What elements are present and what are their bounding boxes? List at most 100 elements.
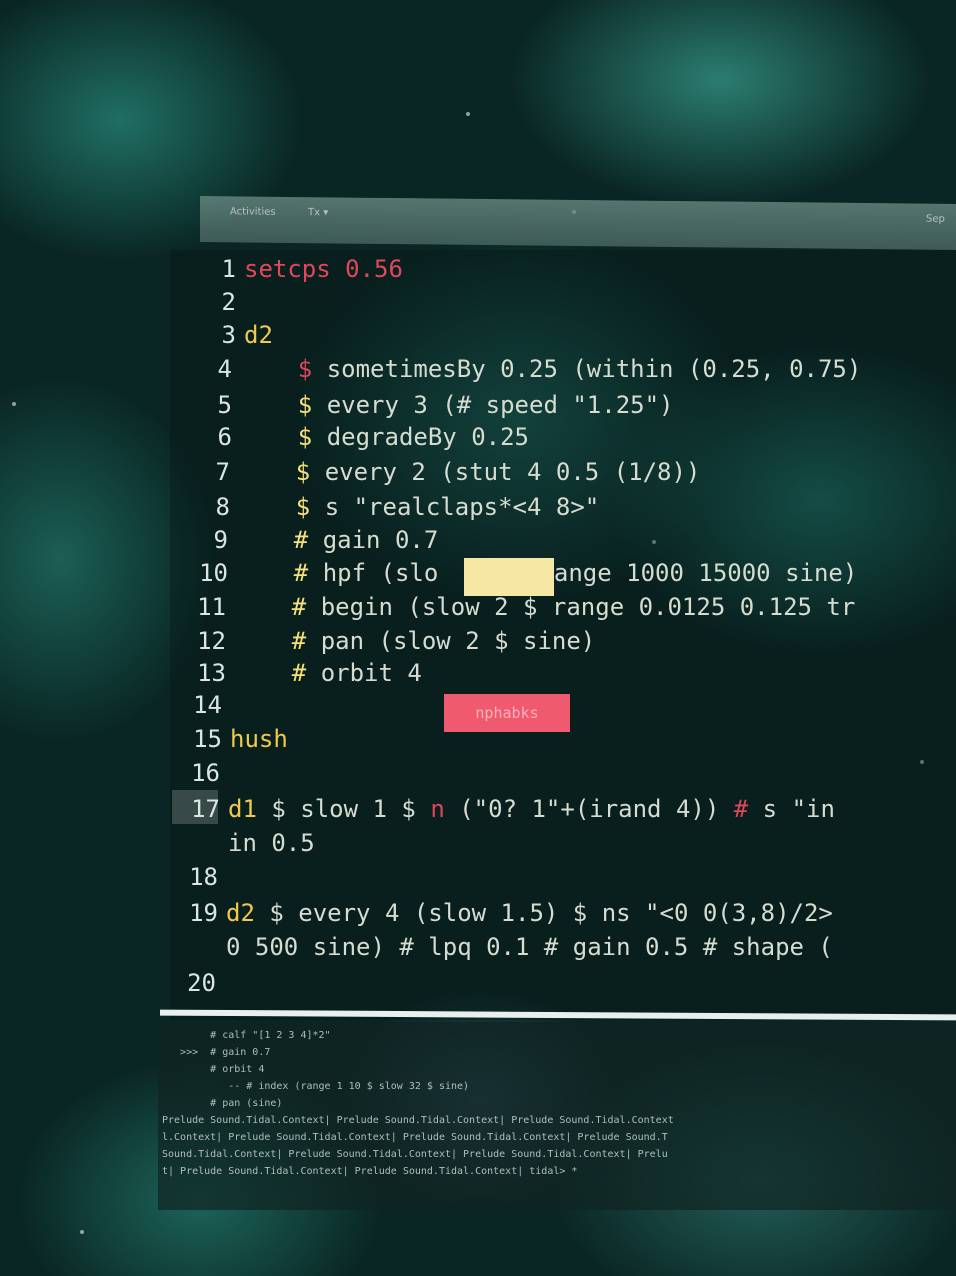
line-code: d2 — [244, 318, 273, 352]
code-token: $ slow 1 $ — [271, 795, 431, 823]
code-token: every 2 (stut 4 0.5 (1/8)) — [324, 458, 701, 486]
code-token: # — [234, 627, 321, 655]
code-token: every 3 (# speed "1.25") — [326, 391, 674, 419]
line-number: 19 — [189, 899, 218, 927]
code-line[interactable]: 17 d1 $ slow 1 $ n ("0? 1"+(irand 4)) # s… — [0, 792, 956, 826]
line-code: # orbit 4 — [234, 656, 422, 690]
star-dot — [466, 112, 470, 116]
line-number: 9 — [213, 526, 228, 554]
line-number: 7 — [215, 458, 230, 486]
code-line[interactable]: 19 d2 $ every 4 (slow 1.5) $ ns "<0 0(3,8… — [0, 896, 956, 930]
line-code: $ every 2 (stut 4 0.5 (1/8)) — [238, 455, 701, 489]
star-dot — [80, 1230, 84, 1234]
app-menu[interactable]: Tx ▾ — [308, 207, 328, 218]
code-token: in 0.5 — [228, 829, 315, 857]
activities-menu[interactable]: Activities — [230, 206, 276, 217]
line-code: setcps 0.56 — [244, 252, 403, 286]
line-code: d1 $ slow 1 $ n ("0? 1"+(irand 4)) # s "… — [228, 792, 835, 826]
code-line[interactable]: 7 $ every 2 (stut 4 0.5 (1/8)) — [0, 455, 956, 489]
line-number: 18 — [189, 863, 218, 891]
code-token: orbit 4 — [320, 659, 422, 687]
code-line[interactable]: 16 — [0, 756, 956, 790]
line-number: 4 — [217, 355, 232, 383]
code-line[interactable]: 6 $ degradeBy 0.25 — [0, 420, 956, 454]
code-line[interactable]: 18 — [0, 860, 956, 894]
code-line[interactable]: 20 — [0, 966, 956, 1000]
line-code: in 0.5 — [228, 826, 315, 860]
line-code: $ s "realclaps*<4 8>" — [238, 490, 599, 524]
console-line: >>> # gain 0.7 — [162, 1047, 271, 1058]
code-token: $ every 4 (slow 1.5) $ ns "<0 0(3,8)/2> — [269, 899, 833, 927]
code-token: hpf (slo range 1000 15000 sine) — [322, 559, 858, 587]
console-line: -- # index (range 1 10 $ slow 32 $ sine) — [162, 1081, 470, 1092]
console-line: # orbit 4 — [162, 1064, 265, 1075]
line-number: 8 — [215, 493, 230, 521]
line-number: 13 — [197, 659, 226, 687]
code-line[interactable]: 0 500 sine) # lpq 0.1 # gain 0.5 # shape… — [0, 930, 956, 964]
line-number: 11 — [197, 593, 226, 621]
code-token: degradeBy 0.25 — [326, 423, 529, 451]
code-token: sometimesBy 0.25 (within (0.25, 0.75) — [326, 355, 862, 383]
code-line[interactable]: 3 d2 — [0, 318, 956, 352]
clock-label: Sep — [926, 213, 945, 225]
line-code: d2 $ every 4 (slow 1.5) $ ns "<0 0(3,8)/… — [226, 896, 833, 930]
code-token: pan (slow 2 $ sine) — [320, 627, 596, 655]
code-token: # — [236, 559, 323, 587]
console-line: Prelude Sound.Tidal.Context| Prelude Sou… — [162, 1115, 674, 1126]
autocomplete-popup[interactable] — [464, 558, 554, 596]
code-token: d2 — [244, 321, 273, 349]
code-token: $ — [240, 423, 327, 451]
code-token: d1 — [228, 795, 272, 823]
code-line[interactable]: 5 $ every 3 (# speed "1.25") — [0, 388, 956, 422]
code-token: 0 500 sine) # lpq 0.1 # gain 0.5 # shape… — [226, 933, 833, 961]
code-token: # — [234, 593, 321, 621]
console-line: # pan (sine) — [162, 1098, 283, 1109]
code-line[interactable]: 8 $ s "realclaps*<4 8>" — [0, 490, 956, 524]
code-line[interactable]: 2 — [0, 285, 956, 319]
line-number: 10 — [199, 559, 228, 587]
code-line[interactable]: in 0.5 — [0, 826, 956, 860]
line-code: $ sometimesBy 0.25 (within (0.25, 0.75) — [240, 352, 862, 386]
line-code: $ degradeBy 0.25 — [240, 420, 529, 454]
line-number: 20 — [187, 969, 216, 997]
code-token: # — [733, 795, 763, 823]
code-line[interactable]: 1 setcps 0.56 — [0, 252, 956, 286]
line-number: 15 — [193, 725, 222, 753]
code-token: gain 0.7 — [322, 526, 439, 554]
console-line: l.Context| Prelude Sound.Tidal.Context| … — [162, 1132, 668, 1143]
repl-console[interactable]: # calf "[1 2 3 4]*2" >>> # gain 0.7 # or… — [158, 1022, 956, 1210]
code-token: s "realclaps*<4 8>" — [324, 493, 600, 521]
line-code: # pan (slow 2 $ sine) — [234, 624, 595, 658]
code-token: $ — [240, 391, 327, 419]
line-number: 16 — [191, 759, 220, 787]
code-token: begin (slow 2 $ range 0.0125 0.125 tr — [320, 593, 856, 621]
code-token: d2 — [226, 899, 270, 927]
line-number: 2 — [221, 288, 236, 316]
line-number: 12 — [197, 627, 226, 655]
code-line[interactable]: 9 # gain 0.7 — [0, 523, 956, 557]
line-code: $ every 3 (# speed "1.25") — [240, 388, 674, 422]
code-token: # — [234, 659, 321, 687]
code-token: hush — [230, 725, 288, 753]
line-number: 1 — [221, 255, 236, 283]
line-number: 17 — [191, 795, 220, 823]
line-number: 6 — [217, 423, 232, 451]
code-token: $ — [238, 493, 325, 521]
code-token: n — [430, 795, 460, 823]
line-code: # gain 0.7 — [236, 523, 439, 557]
console-line: Sound.Tidal.Context| Prelude Sound.Tidal… — [162, 1149, 668, 1160]
code-token: ("0? 1"+(irand 4)) — [459, 795, 734, 823]
system-top-bar: Activities Tx ▾ Sep — [200, 196, 956, 250]
code-line[interactable]: 4 $ sometimesBy 0.25 (within (0.25, 0.75… — [0, 352, 956, 386]
line-code: hush — [230, 722, 288, 756]
code-token: s "in — [762, 795, 835, 823]
code-token: $ — [240, 355, 327, 383]
line-number: 5 — [217, 391, 232, 419]
code-token: # — [236, 526, 323, 554]
code-token: setcps 0.56 — [244, 255, 403, 283]
console-line: t| Prelude Sound.Tidal.Context| Prelude … — [162, 1166, 578, 1177]
error-popup: nphabks — [444, 694, 570, 732]
code-line[interactable]: 13 # orbit 4 — [0, 656, 956, 690]
line-number: 3 — [221, 321, 236, 349]
code-line[interactable]: 12 # pan (slow 2 $ sine) — [0, 624, 956, 658]
